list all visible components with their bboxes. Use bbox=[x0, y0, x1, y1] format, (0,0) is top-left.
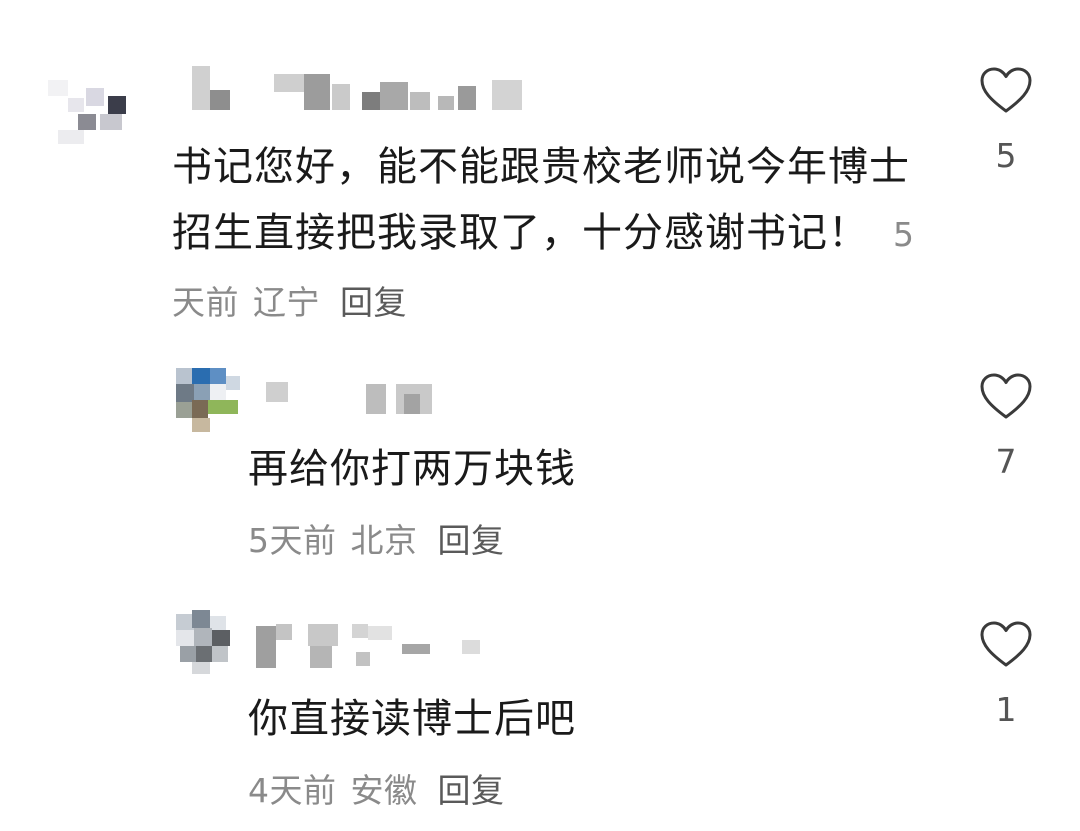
comment-item: 你直接读博士后吧 4天前 安徽 回复 1 bbox=[0, 0, 1080, 831]
like-control[interactable]: 1 bbox=[978, 620, 1034, 729]
comment-body: 你直接读博士后吧 bbox=[248, 696, 576, 742]
reply-button[interactable]: 回复 bbox=[438, 771, 505, 810]
username[interactable] bbox=[256, 624, 486, 672]
comment-location: 安徽 bbox=[350, 771, 418, 810]
heart-outline-icon[interactable] bbox=[979, 620, 1033, 668]
comment-text: 你直接读博士后吧 bbox=[248, 686, 948, 752]
like-count: 1 bbox=[995, 690, 1017, 729]
comment-time: 4天前 bbox=[248, 771, 337, 810]
avatar[interactable] bbox=[176, 610, 242, 676]
comment-meta: 4天前 安徽 回复 bbox=[248, 764, 505, 812]
